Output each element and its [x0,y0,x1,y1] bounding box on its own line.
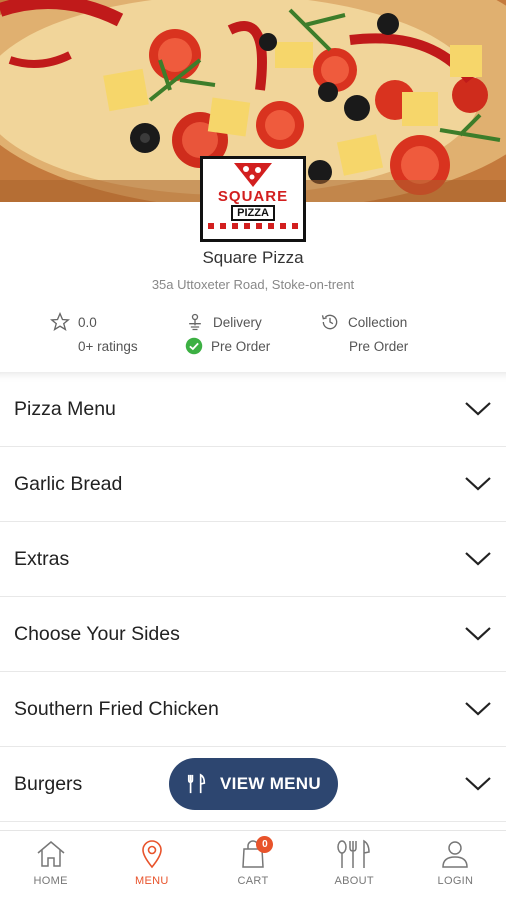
rating-value: 0.0 [78,314,97,330]
chevron-down-icon [465,777,491,791]
chevron-down-icon [465,402,491,416]
fork-knife-icon [187,773,206,794]
nav-login[interactable]: LOGIN [405,831,506,900]
logo-text-top: SQUARE [217,188,289,205]
menu-category-list: Pizza Menu Garlic Bread Extras Choose Yo… [0,372,506,822]
menu-category-label: Burgers [14,772,83,795]
delivery-status: Pre Order [211,338,271,354]
delivery-info: Delivery Pre Order [185,310,270,358]
chevron-down-icon [465,702,491,716]
nav-about-label: ABOUT [334,875,374,887]
menu-category-southern-fried-chicken[interactable]: Southern Fried Chicken [0,672,506,747]
restaurant-logo: SQUARE PIZZA [200,156,306,242]
menu-category-label: Garlic Bread [14,472,123,495]
chevron-down-icon [465,552,491,566]
nav-cart-label: CART [237,875,269,887]
menu-category-pizza-menu[interactable]: Pizza Menu [0,372,506,447]
chevron-down-icon [465,477,491,491]
nav-menu-label: MENU [135,875,169,887]
nav-home[interactable]: HOME [0,831,101,900]
collection-label: Collection [348,314,408,330]
star-icon [50,312,70,331]
menu-category-label: Pizza Menu [14,397,116,420]
nav-home-label: HOME [33,875,68,887]
bottom-navigation: HOME MENU 0 CART ABOUT LOGIN [0,830,506,900]
nav-login-label: LOGIN [437,875,474,887]
pizza-slice-icon [234,163,272,187]
delivery-label: Delivery [213,314,262,330]
location-pin-icon [141,840,162,869]
menu-category-extras[interactable]: Extras [0,522,506,597]
clock-history-icon [321,314,338,330]
collection-info: Collection Pre Order [320,310,408,358]
view-menu-label: VIEW MENU [220,774,321,793]
nav-cart[interactable]: 0 CART [202,831,303,900]
logo-stripe [208,223,298,229]
menu-category-choose-your-sides[interactable]: Choose Your Sides [0,597,506,672]
user-icon [442,841,469,868]
cart-count-badge: 0 [256,836,274,853]
ratings-count: 0+ ratings [78,338,138,354]
nav-about[interactable]: ABOUT [304,831,405,900]
view-menu-button[interactable]: VIEW MENU [169,758,338,810]
logo-text-bottom: PIZZA [231,205,275,221]
menu-category-label: Southern Fried Chicken [14,697,219,720]
nav-menu[interactable]: MENU [101,831,202,900]
menu-category-garlic-bread[interactable]: Garlic Bread [0,447,506,522]
chevron-down-icon [465,627,491,641]
restaurant-name: Square Pizza [202,248,304,267]
restaurant-address: 35a Uttoxeter Road, Stoke-on-trent [151,277,355,292]
menu-category-label: Extras [14,547,70,570]
rating-info: 0.0 0+ ratings [50,310,138,358]
check-circle-icon [185,337,203,355]
menu-category-label: Choose Your Sides [14,622,180,645]
collection-status: Pre Order [349,338,409,354]
delivery-icon [189,313,201,331]
cutlery-icon [337,839,370,868]
home-icon [37,841,65,867]
